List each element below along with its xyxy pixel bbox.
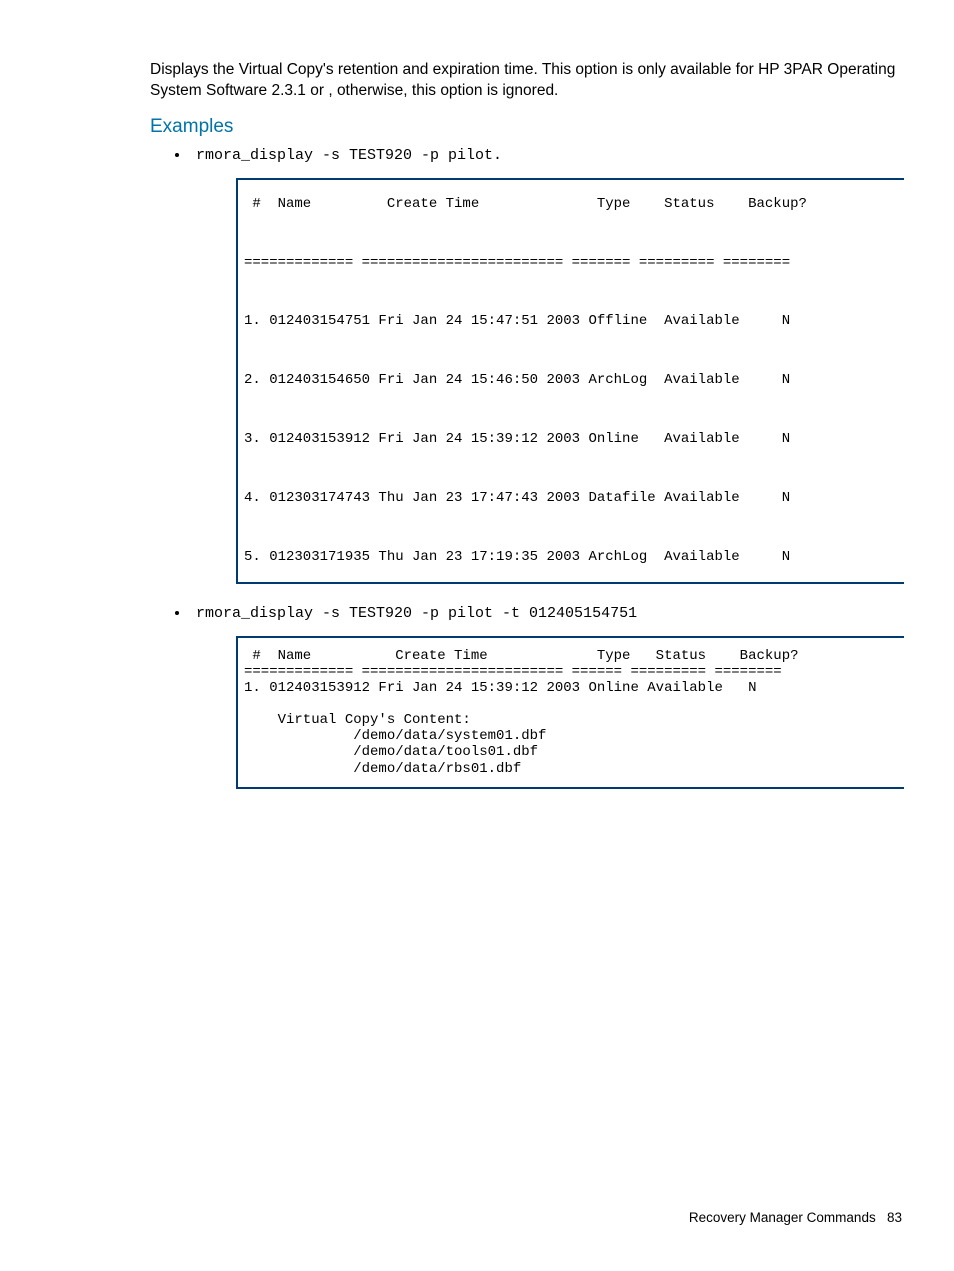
example-item: rmora_display -s TEST920 -p pilot -t 012… [190, 604, 904, 789]
page-footer: Recovery Manager Commands 83 [689, 1210, 902, 1225]
example-item: rmora_display -s TEST920 -p pilot. # Nam… [190, 146, 904, 584]
example-command: rmora_display -s TEST920 -p pilot -t 012… [196, 605, 637, 622]
example-command: rmora_display -s TEST920 -p pilot. [196, 147, 502, 164]
footer-section: Recovery Manager Commands [689, 1210, 876, 1225]
footer-page-number: 83 [887, 1210, 902, 1225]
example-output: # Name Create Time Type Status Backup? =… [236, 636, 904, 789]
example-output: # Name Create Time Type Status Backup? =… [236, 178, 904, 584]
examples-heading: Examples [150, 116, 904, 138]
intro-paragraph: Displays the Virtual Copy's retention an… [150, 60, 904, 102]
example-list: rmora_display -s TEST920 -p pilot. # Nam… [150, 146, 904, 789]
